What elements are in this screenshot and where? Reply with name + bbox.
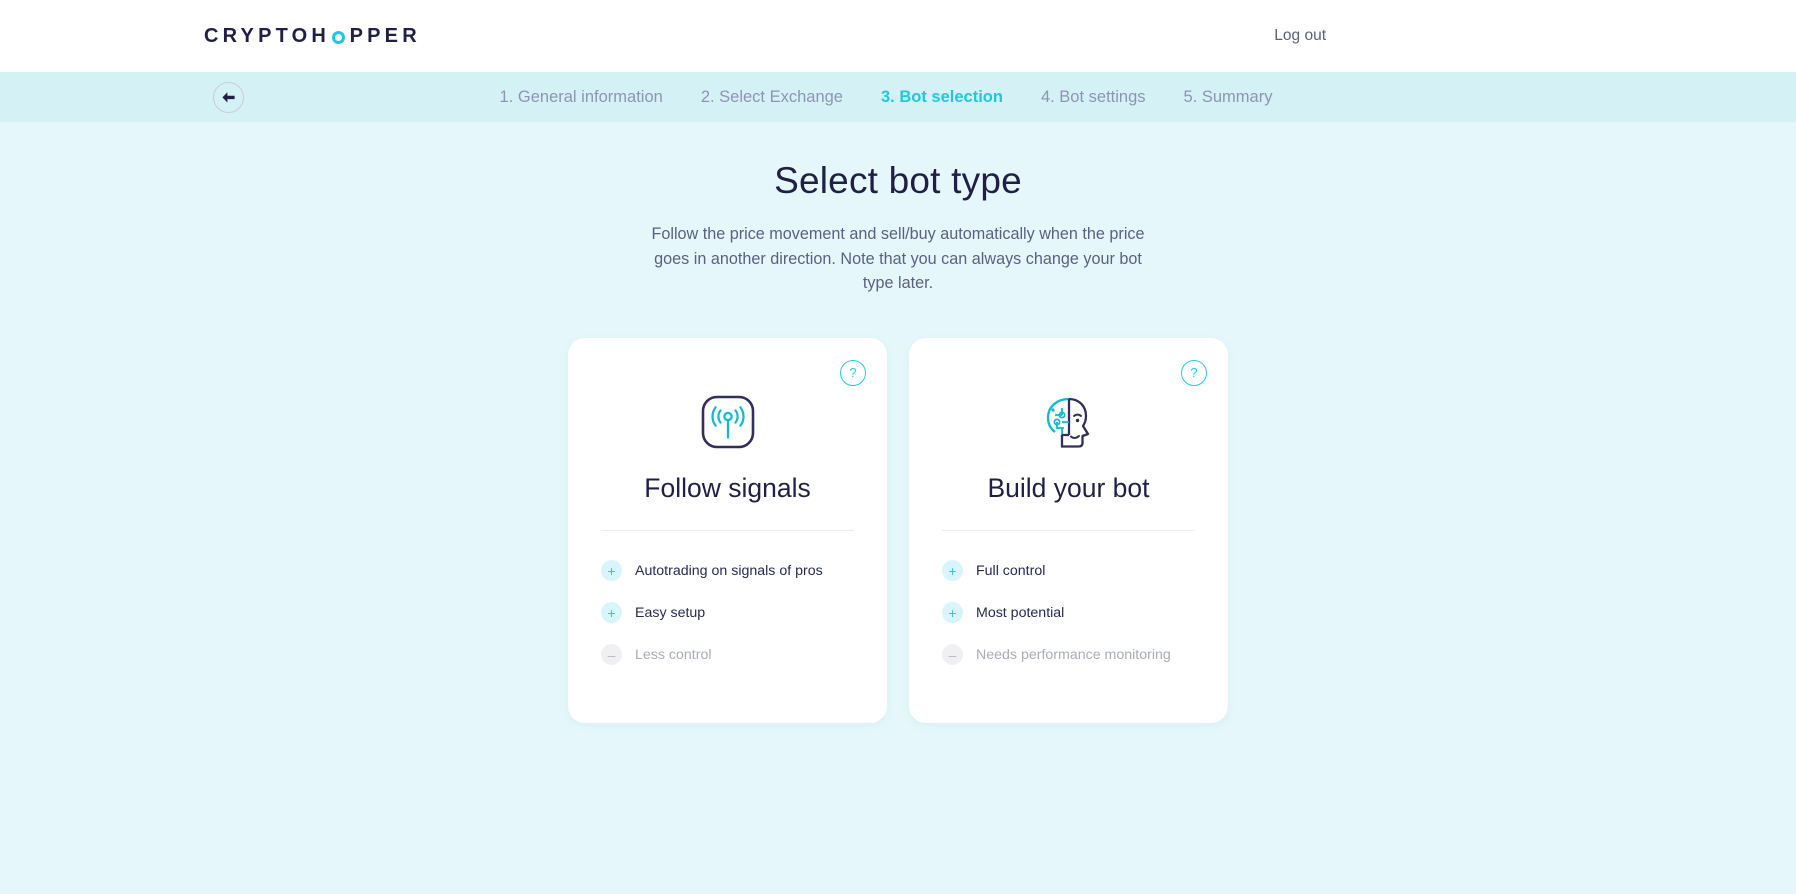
app-header: CRYPTOH PPER Log out [0, 0, 1796, 72]
feature-label: Full control [976, 562, 1046, 579]
help-button[interactable]: ? [840, 359, 866, 386]
page-description: Follow the price movement and sell/buy a… [651, 225, 1145, 292]
feature-label: Most potential [976, 604, 1065, 621]
cryptohopper-logo[interactable]: CRYPTOH PPER [204, 25, 421, 48]
feature-item: + Full control [942, 550, 1195, 592]
feature-item: – Needs performance monitoring [942, 634, 1195, 676]
feature-item: + Easy setup [601, 592, 854, 634]
card-title: Follow signals [644, 472, 811, 503]
ai-head-circuit-icon [942, 389, 1195, 455]
help-button[interactable]: ? [1181, 359, 1207, 386]
ring-o-icon [332, 30, 346, 44]
card-divider [601, 529, 854, 531]
feature-label: Needs performance monitoring [976, 646, 1171, 663]
card-title: Build your bot [987, 472, 1150, 503]
step-item-2[interactable]: 2. Select Exchange [701, 88, 843, 107]
plus-icon: + [601, 560, 622, 581]
step-item-3[interactable]: 3. Bot selection [881, 88, 1003, 107]
bot-type-card-follow-signals[interactable]: ? Follow signals + Autotrading on signal… [568, 337, 887, 723]
plus-icon: + [601, 602, 622, 623]
minus-icon: – [601, 644, 622, 665]
arrow-left-icon [221, 91, 236, 104]
feature-item: – Less control [601, 634, 854, 676]
bot-type-card-list: ? Follow signals + Autotrading on signal… [568, 337, 1228, 723]
feature-label: Less control [635, 646, 712, 663]
logo-text-left: CRYPTOH [204, 24, 331, 47]
feature-label: Easy setup [635, 604, 706, 621]
logout-button[interactable]: Log out [1274, 27, 1326, 45]
feature-list: + Autotrading on signals of pros + Easy … [601, 550, 854, 676]
main-content: Select bot type Follow the price movemen… [0, 122, 1796, 894]
back-button[interactable] [213, 81, 244, 113]
plus-icon: + [942, 602, 963, 623]
step-list: 1. General information 2. Select Exchang… [500, 88, 1273, 107]
feature-item: + Autotrading on signals of pros [601, 550, 854, 592]
signal-broadcast-icon [601, 389, 854, 455]
plus-icon: + [942, 560, 963, 581]
feature-item: + Most potential [942, 592, 1195, 634]
logo-text-right: PPER [349, 24, 421, 47]
step-item-1[interactable]: 1. General information [500, 88, 663, 107]
feature-label: Autotrading on signals of pros [635, 562, 823, 579]
step-item-5[interactable]: 5. Summary [1184, 88, 1273, 107]
card-divider [942, 529, 1195, 531]
wizard-step-navigation: 1. General information 2. Select Exchang… [0, 72, 1796, 122]
feature-list: + Full control + Most potential – Needs … [942, 550, 1195, 676]
bot-type-card-build-your-bot[interactable]: ? Build your bot + Full control + Most p… [909, 337, 1228, 723]
step-item-4[interactable]: 4. Bot settings [1041, 88, 1146, 107]
page-title: Select bot type [774, 160, 1022, 201]
minus-icon: – [942, 644, 963, 665]
